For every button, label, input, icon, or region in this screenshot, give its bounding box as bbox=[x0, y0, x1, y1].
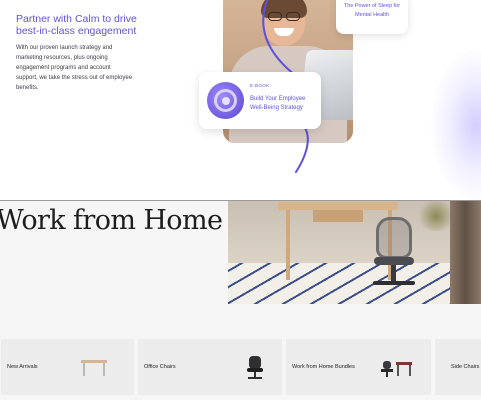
ebook-thumbnail-icon bbox=[207, 82, 244, 119]
work-from-home-title: Work from Home bbox=[0, 205, 223, 236]
calm-promo-section: Partner with Calm to drive best-in-class… bbox=[0, 0, 481, 200]
bundle-thumbnail-icon bbox=[381, 361, 393, 377]
work-from-home-section: Work from Home New Arrivals Office Chair… bbox=[0, 201, 481, 400]
category-label: Side Chairs bbox=[451, 364, 480, 370]
photo-chair-seat bbox=[374, 257, 414, 265]
photo-glasses-left bbox=[268, 12, 282, 21]
ebook-title: Build Your Employee Well-Being Strategy bbox=[250, 96, 306, 111]
bundle-desk-thumbnail-icon bbox=[396, 362, 412, 376]
sleep-article-card[interactable]: The Power of Sleep for Mental Health bbox=[336, 0, 408, 34]
category-card-side-chairs[interactable]: Side Chairs bbox=[435, 339, 481, 395]
category-label: Office Chairs bbox=[144, 364, 176, 370]
photo-chair-back bbox=[376, 217, 412, 259]
promo-body-text: With our proven launch strategy and mark… bbox=[16, 45, 133, 91]
category-card-new-arrivals[interactable]: New Arrivals bbox=[1, 339, 134, 395]
photo-desk-top bbox=[278, 202, 398, 210]
home-office-photo bbox=[228, 201, 481, 304]
sleep-article-title: The Power of Sleep for Mental Health bbox=[343, 3, 401, 18]
photo-chair-feet bbox=[373, 281, 415, 285]
ebook-card[interactable]: E-BOOK Build Your Employee Well-Being St… bbox=[199, 72, 321, 129]
office-chair-thumbnail-icon bbox=[246, 356, 264, 380]
category-card-work-from-home-bundles[interactable]: Work from Home Bundles bbox=[286, 339, 431, 395]
decorative-glow bbox=[431, 50, 481, 200]
photo-desk-leg bbox=[286, 210, 290, 280]
category-label: New Arrivals bbox=[7, 364, 38, 370]
photo-glasses-right bbox=[286, 12, 300, 21]
ebook-tag: E-BOOK bbox=[250, 83, 270, 88]
photo-rug bbox=[228, 263, 481, 304]
promo-headline: Partner with Calm to drive best-in-class… bbox=[16, 13, 137, 37]
photo-curtain bbox=[450, 201, 481, 304]
category-label: Work from Home Bundles bbox=[292, 364, 355, 370]
category-card-office-chairs[interactable]: Office Chairs bbox=[138, 339, 282, 395]
photo-desk-drawer bbox=[313, 210, 363, 222]
ebook-thumbnail-dot bbox=[222, 97, 230, 105]
desk-thumbnail-icon bbox=[81, 360, 107, 376]
